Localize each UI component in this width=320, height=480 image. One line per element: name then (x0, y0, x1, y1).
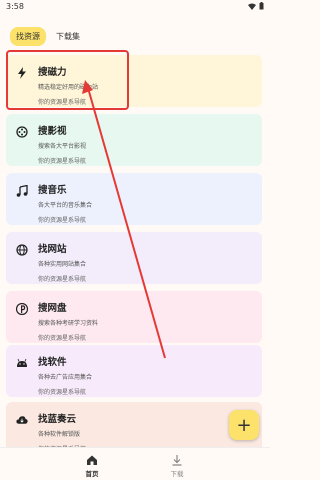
nav-home-label: 首页 (85, 470, 99, 478)
status-time: 3:58 (6, 2, 24, 11)
card-website-finder[interactable]: 找网站 各种实用网站集合 你的资源星系导航 (6, 232, 262, 284)
music-note-icon (16, 185, 28, 197)
nav-download-label: 下载 (170, 470, 184, 478)
card-hint: 你的资源星系导航 (38, 217, 87, 224)
card-title: 找软件 (38, 357, 67, 368)
card-desc: 精选稳定好用的磁力站 (38, 84, 99, 91)
battery-icon (259, 2, 264, 10)
status-icons (248, 2, 264, 10)
tab-downloads[interactable]: 下载集 (50, 27, 86, 46)
home-icon (87, 455, 97, 465)
card-title: 找网站 (38, 244, 67, 255)
card-hint: 你的资源星系导航 (38, 158, 87, 165)
tab-find-resources[interactable]: 找资源 (10, 27, 46, 46)
card-title: 搜影视 (38, 126, 67, 137)
card-title: 搜磁力 (38, 67, 67, 78)
card-video-search[interactable]: 搜影视 搜索各大平台影视 你的资源星系导航 (6, 114, 262, 166)
nav-download[interactable]: 下载 (157, 454, 197, 478)
card-desc: 各种去广告应用集合 (38, 374, 93, 381)
card-hint: 你的资源星系导航 (38, 99, 87, 106)
card-hint: 你的资源星系导航 (38, 389, 87, 396)
card-title: 搜音乐 (38, 185, 67, 196)
card-desc: 各种实用网站集合 (38, 261, 87, 268)
tab-bar: 找资源 下载集 (10, 27, 86, 46)
pinterest-p-icon (16, 303, 28, 315)
card-software-finder[interactable]: 找软件 各种去广告应用集合 你的资源星系导航 (6, 345, 262, 397)
card-title: 找蓝奏云 (38, 414, 77, 425)
cloud-download-icon (16, 414, 28, 426)
card-desc: 各大平台的音乐集合 (38, 202, 93, 209)
globe-icon (16, 244, 28, 256)
card-desc: 搜索各大平台影视 (38, 143, 87, 150)
film-reel-icon (16, 126, 28, 138)
android-icon (16, 357, 28, 369)
status-bar: 3:58 (0, 0, 270, 14)
lightning-icon (16, 67, 28, 79)
nav-home[interactable]: 首页 (72, 454, 112, 478)
card-hint: 你的资源星系导航 (38, 335, 87, 342)
card-magnet-search[interactable]: 搜磁力 精选稳定好用的磁力站 你的资源星系导航 (6, 55, 262, 107)
card-desc: 搜索各种考研学习资料 (38, 320, 99, 327)
download-icon (172, 455, 182, 466)
bottom-nav: 首页 下载 (0, 447, 270, 480)
card-title: 搜网盘 (38, 303, 67, 314)
add-button[interactable]: + (229, 410, 259, 440)
app-screen: 3:58 找资源 下载集 搜磁力 精选稳定好用的磁力站 你的资源星系导航 搜影视… (0, 0, 270, 480)
card-desc: 各种软件解锁版 (38, 431, 81, 438)
card-hint: 你的资源星系导航 (38, 276, 87, 283)
card-cloud-drive-search[interactable]: 搜网盘 搜索各种考研学习资料 你的资源星系导航 (6, 291, 262, 343)
wifi-icon (248, 3, 256, 10)
card-music-search[interactable]: 搜音乐 各大平台的音乐集合 你的资源星系导航 (6, 173, 262, 225)
